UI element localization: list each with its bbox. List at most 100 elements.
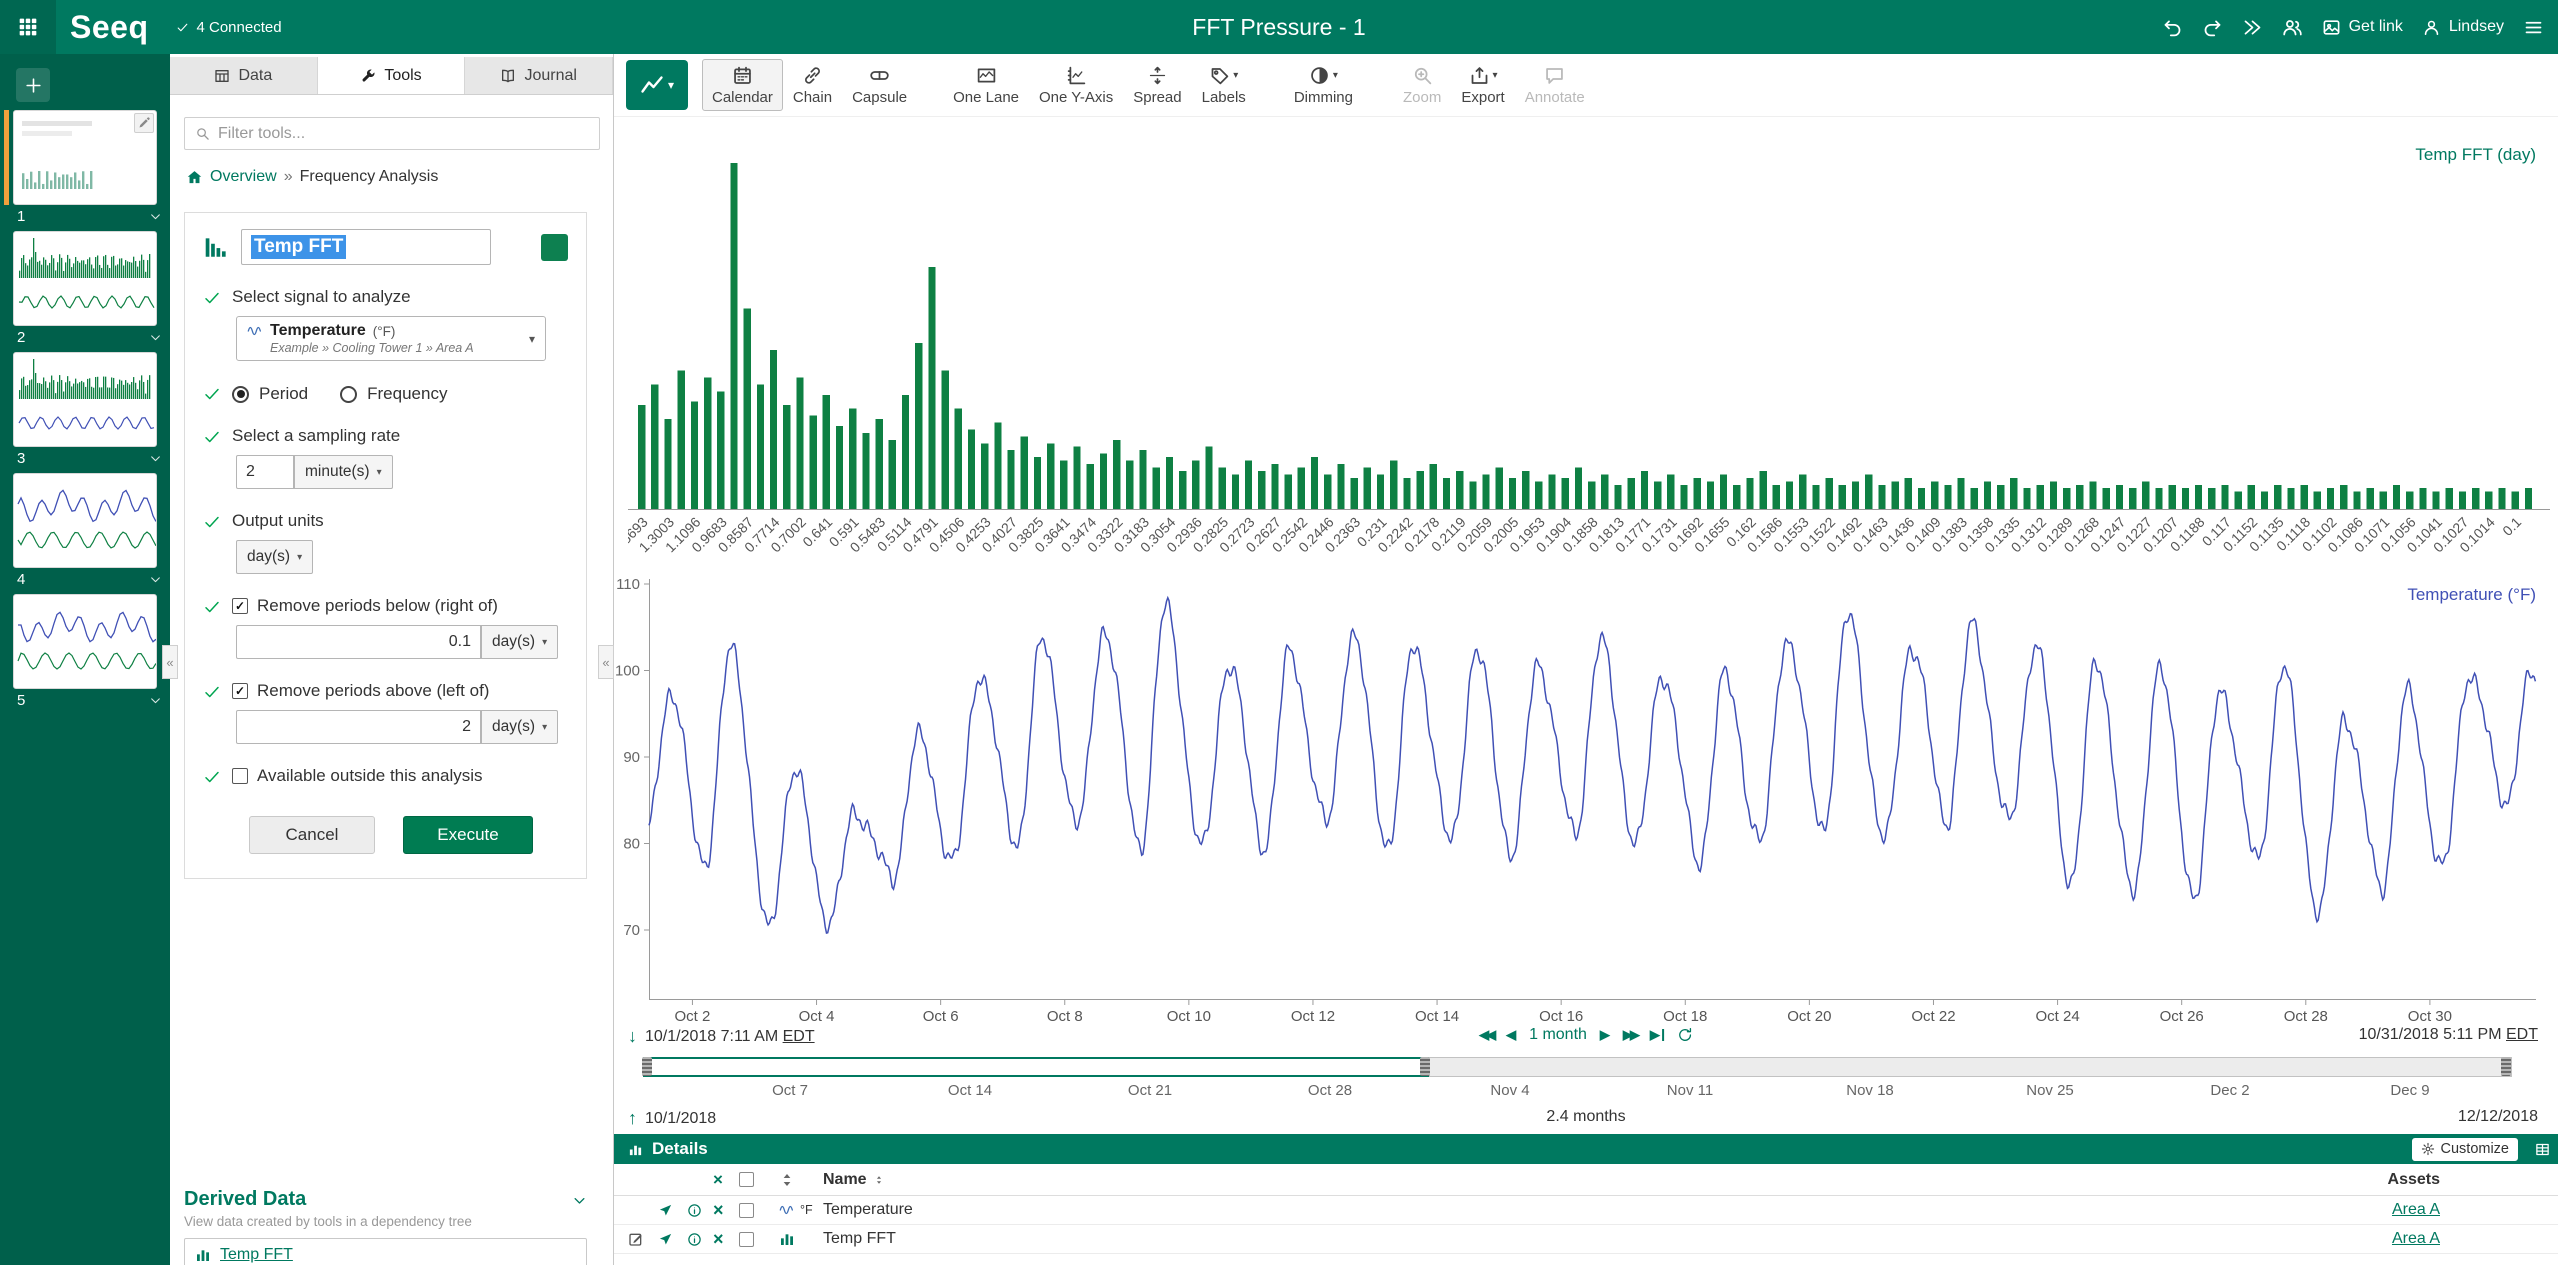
frequency-radio[interactable]: [340, 386, 357, 403]
temperature-series-label[interactable]: Temperature (°F): [2407, 585, 2536, 605]
pin-item-icon[interactable]: [658, 1203, 687, 1218]
derived-collapse-icon[interactable]: [572, 1188, 587, 1208]
remove-below-checkbox[interactable]: [232, 598, 248, 614]
tab-journal[interactable]: Journal: [465, 57, 613, 94]
tab-tools[interactable]: Tools: [318, 57, 466, 94]
item-checkbox[interactable]: [739, 1203, 779, 1218]
fft-chart-lane[interactable]: Temp FFT (day) 1.56931.30031.10960.96830…: [614, 117, 2558, 577]
toolbar-button-labels[interactable]: ▾Labels: [1192, 59, 1256, 111]
output-units-dropdown[interactable]: day(s) ▾: [236, 540, 313, 574]
step-forward-full-button[interactable]: ▶▶: [1623, 1027, 1637, 1043]
timeline-selection[interactable]: [643, 1057, 1429, 1077]
select-all-checkbox[interactable]: [739, 1172, 779, 1187]
fast-forward-icon[interactable]: [2242, 17, 2263, 38]
chevron-down-icon[interactable]: [149, 331, 162, 344]
toolbar-button-spread[interactable]: Spread: [1123, 59, 1191, 111]
hamburger-menu-button[interactable]: [2523, 17, 2544, 38]
remove-above-units-dropdown[interactable]: day(s) ▾: [481, 710, 558, 744]
item-asset-link[interactable]: Area A: [2392, 1201, 2558, 1219]
selection-end-handle[interactable]: [1420, 1057, 1430, 1076]
tab-data[interactable]: Data: [170, 57, 318, 94]
chevron-down-icon[interactable]: [149, 210, 162, 223]
user-menu-button[interactable]: Lindsey: [2422, 18, 2504, 37]
collapse-tools-panel-button[interactable]: «: [598, 645, 614, 679]
toolbar-button-capsule[interactable]: Capsule: [842, 59, 917, 111]
remove-above-checkbox[interactable]: [232, 683, 248, 699]
worksheet-thumbnail[interactable]: [13, 473, 157, 568]
chevron-down-icon[interactable]: [149, 452, 162, 465]
auto-update-button[interactable]: [1677, 1027, 1693, 1043]
range-end-timezone-link[interactable]: EDT: [2506, 1026, 2538, 1043]
execute-button[interactable]: Execute: [403, 816, 533, 854]
worksheet-thumbnail[interactable]: [13, 231, 157, 326]
timeline-track[interactable]: Oct 7Oct 14Oct 21Oct 28Nov 4Nov 11Nov 18…: [643, 1057, 2512, 1077]
toolbar-button-one-lane[interactable]: One Lane: [943, 59, 1029, 111]
filter-tools-search[interactable]: [184, 117, 600, 150]
temperature-chart-lane[interactable]: Temperature (°F) 708090100110Oct 2Oct 4O…: [614, 577, 2558, 1025]
timeline-end-handle[interactable]: [2501, 1057, 2511, 1076]
remove-below-units-dropdown[interactable]: day(s) ▾: [481, 625, 558, 659]
remove-above-input[interactable]: [236, 710, 481, 744]
breadcrumb-overview-link[interactable]: Overview: [210, 168, 277, 186]
derived-data-item[interactable]: Temp FFT: [184, 1238, 587, 1265]
toolbar-button-export[interactable]: ▾Export: [1451, 59, 1514, 111]
selection-start-handle[interactable]: [642, 1057, 652, 1076]
toolbar-button-calendar[interactable]: Calendar: [702, 59, 783, 111]
sort-name-icon[interactable]: [874, 1175, 884, 1185]
app-switcher-button[interactable]: [0, 0, 56, 54]
collapse-worksheet-panel-button[interactable]: «: [162, 645, 178, 679]
toolbar-button-one-y-axis[interactable]: One Y-Axis: [1029, 59, 1123, 111]
toolbar-button-dimming[interactable]: ▾Dimming: [1284, 59, 1363, 111]
item-checkbox[interactable]: [739, 1232, 779, 1247]
sampling-rate-input[interactable]: [236, 455, 294, 489]
sort-type-icon[interactable]: [779, 1172, 795, 1188]
checkbox[interactable]: [739, 1203, 754, 1218]
edit-worksheet-icon[interactable]: [134, 113, 154, 133]
undo-button[interactable]: [2162, 17, 2183, 38]
derived-item-link[interactable]: Temp FFT: [220, 1246, 293, 1264]
filter-tools-input[interactable]: [218, 125, 589, 143]
signal-select-dropdown[interactable]: Temperature (°F) Example » Cooling Tower…: [236, 316, 546, 361]
worksheet-thumbnail[interactable]: [13, 110, 157, 205]
color-swatch-button[interactable]: [541, 234, 568, 261]
step-forward-half-button[interactable]: ▶: [1600, 1027, 1610, 1043]
sampling-units-dropdown[interactable]: minute(s) ▾: [294, 455, 393, 489]
remove-all-button[interactable]: ×: [713, 1170, 739, 1190]
step-back-full-button[interactable]: ◀◀: [1479, 1027, 1493, 1043]
svg-text:0.1: 0.1: [2499, 514, 2524, 539]
worksheet-thumbnail[interactable]: [13, 594, 157, 689]
checkbox[interactable]: [739, 1172, 754, 1187]
remove-item-icon[interactable]: ×: [713, 1200, 739, 1221]
add-worksheet-button[interactable]: [16, 68, 50, 102]
step-to-now-button[interactable]: ▶: [1650, 1027, 1664, 1043]
cancel-button[interactable]: Cancel: [249, 816, 375, 854]
item-info-icon[interactable]: [687, 1203, 713, 1218]
item-asset-link[interactable]: Area A: [2392, 1230, 2558, 1248]
remove-below-input[interactable]: [236, 625, 481, 659]
edit-item-icon[interactable]: [628, 1231, 658, 1247]
chevron-down-icon[interactable]: [149, 573, 162, 586]
step-back-half-button[interactable]: ◀: [1506, 1027, 1516, 1043]
customize-button[interactable]: Customize: [2412, 1138, 2519, 1161]
connection-status[interactable]: 4 Connected: [176, 19, 281, 36]
chevron-down-icon[interactable]: [149, 694, 162, 707]
available-outside-checkbox[interactable]: [232, 768, 248, 784]
remove-item-icon[interactable]: ×: [713, 1229, 739, 1250]
toolbar-button-chain[interactable]: Chain: [783, 59, 842, 111]
table-view-icon[interactable]: [2535, 1142, 2550, 1157]
fft-series-label[interactable]: Temp FFT (day): [2415, 145, 2536, 165]
range-start-timezone-link[interactable]: EDT: [783, 1028, 815, 1045]
range-duration-button[interactable]: 1 month: [1529, 1026, 1587, 1044]
get-link-button[interactable]: Get link: [2322, 18, 2403, 37]
checkbox[interactable]: [739, 1232, 754, 1247]
redo-button[interactable]: [2202, 17, 2223, 38]
collaborators-button[interactable]: [2282, 17, 2303, 38]
worksheet-thumbnail[interactable]: [13, 352, 157, 447]
home-icon[interactable]: [186, 169, 203, 186]
name-column-header[interactable]: Name: [823, 1171, 867, 1189]
pin-item-icon[interactable]: [658, 1232, 687, 1247]
item-info-icon[interactable]: [687, 1232, 713, 1247]
tool-name-input[interactable]: Temp FFT: [241, 229, 491, 265]
trend-view-button[interactable]: ▾: [626, 60, 688, 110]
period-radio[interactable]: [232, 386, 249, 403]
